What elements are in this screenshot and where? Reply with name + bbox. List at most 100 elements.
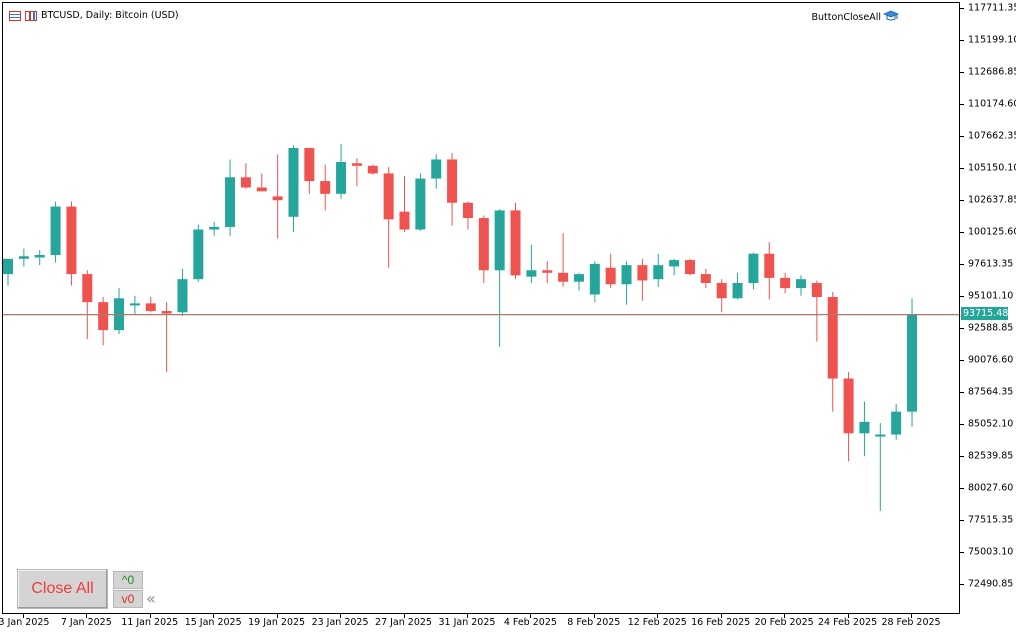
close-all-button[interactable]: Close All [17, 569, 108, 609]
price-tick [960, 232, 964, 233]
date-tick-label: 16 Feb 2025 [691, 617, 751, 628]
price-tick-label: 90076.60 [968, 354, 1014, 366]
candle [304, 147, 315, 194]
candle-body [193, 229, 204, 280]
candle [843, 372, 854, 462]
date-tick-label: 23 Jan 2025 [311, 617, 369, 628]
candle [859, 401, 870, 457]
candle-body [383, 173, 394, 220]
candle-body [447, 159, 458, 203]
candle [558, 233, 569, 287]
date-tick-label: 20 Feb 2025 [754, 617, 814, 628]
date-tick-label: 8 Feb 2025 [567, 617, 621, 628]
candle-body [891, 411, 902, 435]
candle [66, 201, 77, 286]
candle-body [573, 274, 584, 282]
price-tick [960, 264, 964, 265]
time-axis[interactable]: 3 Jan 2025 7 Jan 2025 11 Jan 2025 15 Jan 20… [0, 614, 960, 634]
candle [605, 253, 616, 289]
candle-body [478, 218, 489, 271]
candle-body [288, 147, 299, 217]
price-tick [960, 584, 964, 585]
expert-name-label: ButtonCloseAll [811, 12, 881, 23]
candle [114, 288, 125, 334]
price-tick [960, 8, 964, 9]
price-tick [960, 520, 964, 521]
candle [780, 272, 791, 294]
price-tick-label: 117711.35 [968, 2, 1016, 14]
candle [653, 253, 664, 287]
price-tick [960, 328, 964, 329]
candle [272, 154, 283, 239]
candle-body [272, 196, 283, 201]
candlestick-chart [3, 144, 959, 512]
candle-body [510, 210, 521, 276]
price-tick [960, 424, 964, 425]
candle [240, 163, 251, 189]
candle-body [431, 159, 442, 179]
buy-count-button[interactable]: ^0 [113, 571, 143, 589]
sell-count-button[interactable]: v0 [113, 590, 143, 608]
date-tick-label: 15 Jan 2025 [184, 617, 242, 628]
price-tick [960, 104, 964, 105]
candle-body [3, 258, 13, 275]
candle [18, 248, 29, 267]
candle [431, 154, 442, 189]
candle [827, 291, 838, 412]
candle-body [225, 177, 236, 227]
price-tick-label: 87564.35 [968, 386, 1014, 398]
chart-area[interactable]: BTCUSD, Daily: Bitcoin (USD) ButtonClose… [2, 2, 960, 614]
candle [684, 258, 695, 276]
price-tick-label: 115199.10 [968, 34, 1016, 46]
candle [351, 158, 362, 187]
candle-body [748, 253, 759, 284]
candle [288, 145, 299, 233]
candle [399, 176, 410, 233]
candle [193, 224, 204, 282]
candle [129, 295, 140, 315]
candle-body [684, 260, 695, 275]
candle-body [796, 279, 806, 289]
candle [336, 144, 347, 199]
price-tick [960, 296, 964, 297]
chart-header: BTCUSD, Daily: Bitcoin (USD) [9, 10, 179, 21]
double-chevron-left-icon[interactable]: « [146, 589, 156, 608]
price-tick [960, 72, 964, 73]
chart-list-icon[interactable] [9, 10, 21, 21]
price-axis[interactable]: 93715.48 117711.35 115199.10 112686.85 1101… [960, 0, 1016, 616]
date-tick-label: 4 Feb 2025 [503, 617, 557, 628]
price-tick-label: 82539.85 [968, 450, 1014, 462]
graduation-cap-icon[interactable] [883, 10, 899, 22]
candle [145, 297, 156, 313]
candle-body [177, 279, 188, 313]
price-tick [960, 200, 964, 201]
candle-body [50, 206, 61, 255]
candle [637, 258, 648, 301]
price-tick-label: 72490.85 [968, 578, 1014, 590]
candle [478, 215, 489, 284]
candle-body [843, 378, 854, 434]
candle-body [98, 302, 109, 331]
candle [3, 258, 13, 286]
price-tick [960, 40, 964, 41]
price-tick-label: 97613.35 [968, 258, 1014, 270]
candle [320, 164, 331, 211]
period-bars-icon[interactable] [25, 10, 37, 21]
candle-body [589, 263, 600, 295]
candle-body [240, 177, 251, 188]
date-tick-label: 12 Feb 2025 [627, 617, 687, 628]
candle [383, 167, 394, 268]
date-tick-label: 31 Jan 2025 [438, 617, 496, 628]
candle [98, 297, 109, 346]
date-tick-label: 11 Jan 2025 [121, 617, 179, 628]
candle [542, 261, 553, 284]
price-tick [960, 552, 964, 553]
candle [510, 202, 521, 280]
candle-body [351, 163, 362, 166]
candle-body [145, 303, 156, 312]
candle-body [907, 314, 918, 412]
price-tick-label: 102637.85 [968, 194, 1016, 206]
price-tick [960, 488, 964, 489]
symbol-title: BTCUSD, Daily: Bitcoin (USD) [41, 10, 179, 21]
candle-body [336, 161, 347, 194]
